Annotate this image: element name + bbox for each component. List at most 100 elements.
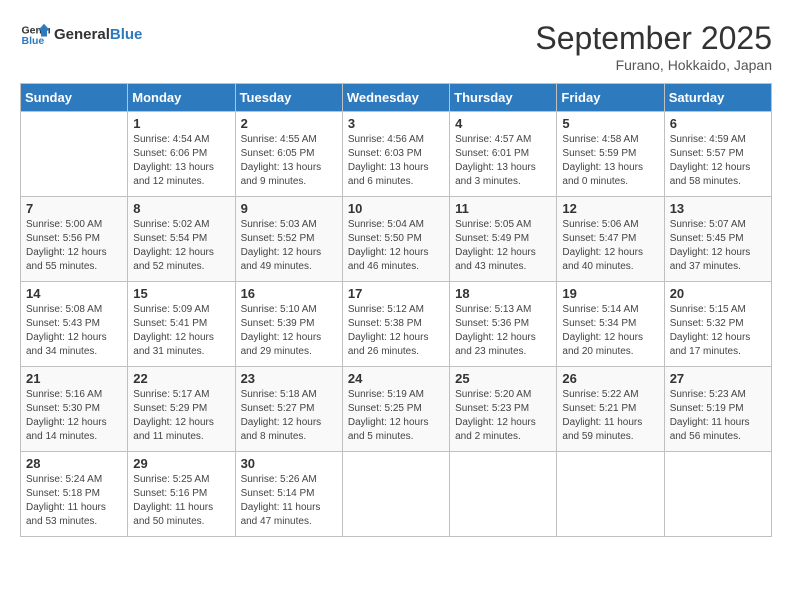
day-info: Sunrise: 4:59 AM Sunset: 5:57 PM Dayligh… <box>670 133 766 189</box>
day-number: 13 <box>670 201 766 216</box>
calendar-cell: 14 Sunrise: 5:08 AM Sunset: 5:43 PM Dayli… <box>21 282 128 367</box>
day-info: Sunrise: 5:20 AM Sunset: 5:23 PM Dayligh… <box>455 388 551 444</box>
calendar-cell <box>342 452 449 537</box>
svg-text:Blue: Blue <box>22 35 45 47</box>
weekday-header-sunday: Sunday <box>21 84 128 112</box>
calendar-table: SundayMondayTuesdayWednesdayThursdayFrid… <box>20 83 772 537</box>
week-row-1: 1Sunrise: 4:54 AM Sunset: 6:06 PM Daylig… <box>21 112 772 197</box>
day-info: Sunrise: 5:19 AM Sunset: 5:25 PM Dayligh… <box>348 388 444 444</box>
day-info: Sunrise: 5:23 AM Sunset: 5:19 PM Dayligh… <box>670 388 766 444</box>
calendar-cell: 30 Sunrise: 5:26 AM Sunset: 5:14 PM Dayli… <box>235 452 342 537</box>
weekday-header-row: SundayMondayTuesdayWednesdayThursdayFrid… <box>21 84 772 112</box>
day-number: 16 <box>241 286 337 301</box>
day-info: Sunrise: 4:55 AM Sunset: 6:05 PM Dayligh… <box>241 133 337 189</box>
day-number: 11 <box>455 201 551 216</box>
week-row-4: 21 Sunrise: 5:16 AM Sunset: 5:30 PM Dayli… <box>21 367 772 452</box>
day-number: 27 <box>670 371 766 386</box>
calendar-cell: 10Sunrise: 5:04 AM Sunset: 5:50 PM Dayli… <box>342 197 449 282</box>
calendar-cell: 13 Sunrise: 5:07 AM Sunset: 5:45 PM Dayli… <box>664 197 771 282</box>
day-info: Sunrise: 5:02 AM Sunset: 5:54 PM Dayligh… <box>133 218 229 274</box>
logo-blue: Blue <box>110 26 143 43</box>
day-info: Sunrise: 5:10 AM Sunset: 5:39 PM Dayligh… <box>241 303 337 359</box>
day-info: Sunrise: 5:16 AM Sunset: 5:30 PM Dayligh… <box>26 388 122 444</box>
day-info: Sunrise: 5:00 AM Sunset: 5:56 PM Dayligh… <box>26 218 122 274</box>
day-info: Sunrise: 4:54 AM Sunset: 6:06 PM Dayligh… <box>133 133 229 189</box>
calendar-cell: 4 Sunrise: 4:57 AM Sunset: 6:01 PM Daylig… <box>450 112 557 197</box>
day-info: Sunrise: 4:58 AM Sunset: 5:59 PM Dayligh… <box>562 133 658 189</box>
day-number: 26 <box>562 371 658 386</box>
calendar-cell: 19 Sunrise: 5:14 AM Sunset: 5:34 PM Dayli… <box>557 282 664 367</box>
calendar-cell: 5 Sunrise: 4:58 AM Sunset: 5:59 PM Daylig… <box>557 112 664 197</box>
day-number: 29 <box>133 456 229 471</box>
day-number: 4 <box>455 116 551 131</box>
calendar-cell <box>664 452 771 537</box>
day-info: Sunrise: 5:26 AM Sunset: 5:14 PM Dayligh… <box>241 473 337 529</box>
day-info: Sunrise: 5:12 AM Sunset: 5:38 PM Dayligh… <box>348 303 444 359</box>
day-info: Sunrise: 5:25 AM Sunset: 5:16 PM Dayligh… <box>133 473 229 529</box>
calendar-cell <box>450 452 557 537</box>
day-number: 25 <box>455 371 551 386</box>
day-number: 21 <box>26 371 122 386</box>
day-info: Sunrise: 5:14 AM Sunset: 5:34 PM Dayligh… <box>562 303 658 359</box>
logo-icon: General Blue <box>20 20 50 50</box>
calendar-cell: 2 Sunrise: 4:55 AM Sunset: 6:05 PM Daylig… <box>235 112 342 197</box>
calendar-cell: 26Sunrise: 5:22 AM Sunset: 5:21 PM Dayli… <box>557 367 664 452</box>
day-info: Sunrise: 5:13 AM Sunset: 5:36 PM Dayligh… <box>455 303 551 359</box>
calendar-cell: 11 Sunrise: 5:05 AM Sunset: 5:49 PM Dayli… <box>450 197 557 282</box>
day-number: 23 <box>241 371 337 386</box>
day-info: Sunrise: 5:04 AM Sunset: 5:50 PM Dayligh… <box>348 218 444 274</box>
weekday-header-monday: Monday <box>128 84 235 112</box>
day-number: 17 <box>348 286 444 301</box>
logo-general: General <box>54 26 110 43</box>
day-number: 2 <box>241 116 337 131</box>
day-number: 12 <box>562 201 658 216</box>
day-number: 6 <box>670 116 766 131</box>
calendar-cell: 6 Sunrise: 4:59 AM Sunset: 5:57 PM Daylig… <box>664 112 771 197</box>
calendar-cell: 1Sunrise: 4:54 AM Sunset: 6:06 PM Daylig… <box>128 112 235 197</box>
calendar-cell <box>557 452 664 537</box>
day-info: Sunrise: 5:07 AM Sunset: 5:45 PM Dayligh… <box>670 218 766 274</box>
calendar-cell: 12 Sunrise: 5:06 AM Sunset: 5:47 PM Dayli… <box>557 197 664 282</box>
page-header: General Blue GeneralBlue September 2025 … <box>20 20 772 73</box>
day-number: 5 <box>562 116 658 131</box>
calendar-cell: 20Sunrise: 5:15 AM Sunset: 5:32 PM Dayli… <box>664 282 771 367</box>
day-number: 24 <box>348 371 444 386</box>
calendar-cell: 24 Sunrise: 5:19 AM Sunset: 5:25 PM Dayli… <box>342 367 449 452</box>
logo: General Blue GeneralBlue <box>20 20 142 50</box>
day-info: Sunrise: 5:18 AM Sunset: 5:27 PM Dayligh… <box>241 388 337 444</box>
day-number: 20 <box>670 286 766 301</box>
day-info: Sunrise: 4:56 AM Sunset: 6:03 PM Dayligh… <box>348 133 444 189</box>
weekday-header-thursday: Thursday <box>450 84 557 112</box>
calendar-cell: 18 Sunrise: 5:13 AM Sunset: 5:36 PM Dayli… <box>450 282 557 367</box>
day-number: 19 <box>562 286 658 301</box>
location-subtitle: Furano, Hokkaido, Japan <box>535 57 772 73</box>
calendar-cell: 21 Sunrise: 5:16 AM Sunset: 5:30 PM Dayli… <box>21 367 128 452</box>
calendar-cell: 16 Sunrise: 5:10 AM Sunset: 5:39 PM Dayli… <box>235 282 342 367</box>
day-info: Sunrise: 5:03 AM Sunset: 5:52 PM Dayligh… <box>241 218 337 274</box>
day-number: 9 <box>241 201 337 216</box>
calendar-cell: 9 Sunrise: 5:03 AM Sunset: 5:52 PM Daylig… <box>235 197 342 282</box>
day-info: Sunrise: 5:05 AM Sunset: 5:49 PM Dayligh… <box>455 218 551 274</box>
day-info: Sunrise: 4:57 AM Sunset: 6:01 PM Dayligh… <box>455 133 551 189</box>
day-number: 22 <box>133 371 229 386</box>
calendar-cell: 15Sunrise: 5:09 AM Sunset: 5:41 PM Dayli… <box>128 282 235 367</box>
calendar-cell: 7 Sunrise: 5:00 AM Sunset: 5:56 PM Daylig… <box>21 197 128 282</box>
day-number: 30 <box>241 456 337 471</box>
calendar-cell: 22 Sunrise: 5:17 AM Sunset: 5:29 PM Dayli… <box>128 367 235 452</box>
calendar-cell: 8 Sunrise: 5:02 AM Sunset: 5:54 PM Daylig… <box>128 197 235 282</box>
day-number: 18 <box>455 286 551 301</box>
day-number: 8 <box>133 201 229 216</box>
weekday-header-wednesday: Wednesday <box>342 84 449 112</box>
weekday-header-tuesday: Tuesday <box>235 84 342 112</box>
day-info: Sunrise: 5:08 AM Sunset: 5:43 PM Dayligh… <box>26 303 122 359</box>
day-info: Sunrise: 5:24 AM Sunset: 5:18 PM Dayligh… <box>26 473 122 529</box>
day-number: 3 <box>348 116 444 131</box>
weekday-header-friday: Friday <box>557 84 664 112</box>
day-number: 14 <box>26 286 122 301</box>
weekday-header-saturday: Saturday <box>664 84 771 112</box>
day-info: Sunrise: 5:06 AM Sunset: 5:47 PM Dayligh… <box>562 218 658 274</box>
day-number: 7 <box>26 201 122 216</box>
day-info: Sunrise: 5:17 AM Sunset: 5:29 PM Dayligh… <box>133 388 229 444</box>
calendar-cell: 25 Sunrise: 5:20 AM Sunset: 5:23 PM Dayli… <box>450 367 557 452</box>
title-block: September 2025 Furano, Hokkaido, Japan <box>535 20 772 73</box>
